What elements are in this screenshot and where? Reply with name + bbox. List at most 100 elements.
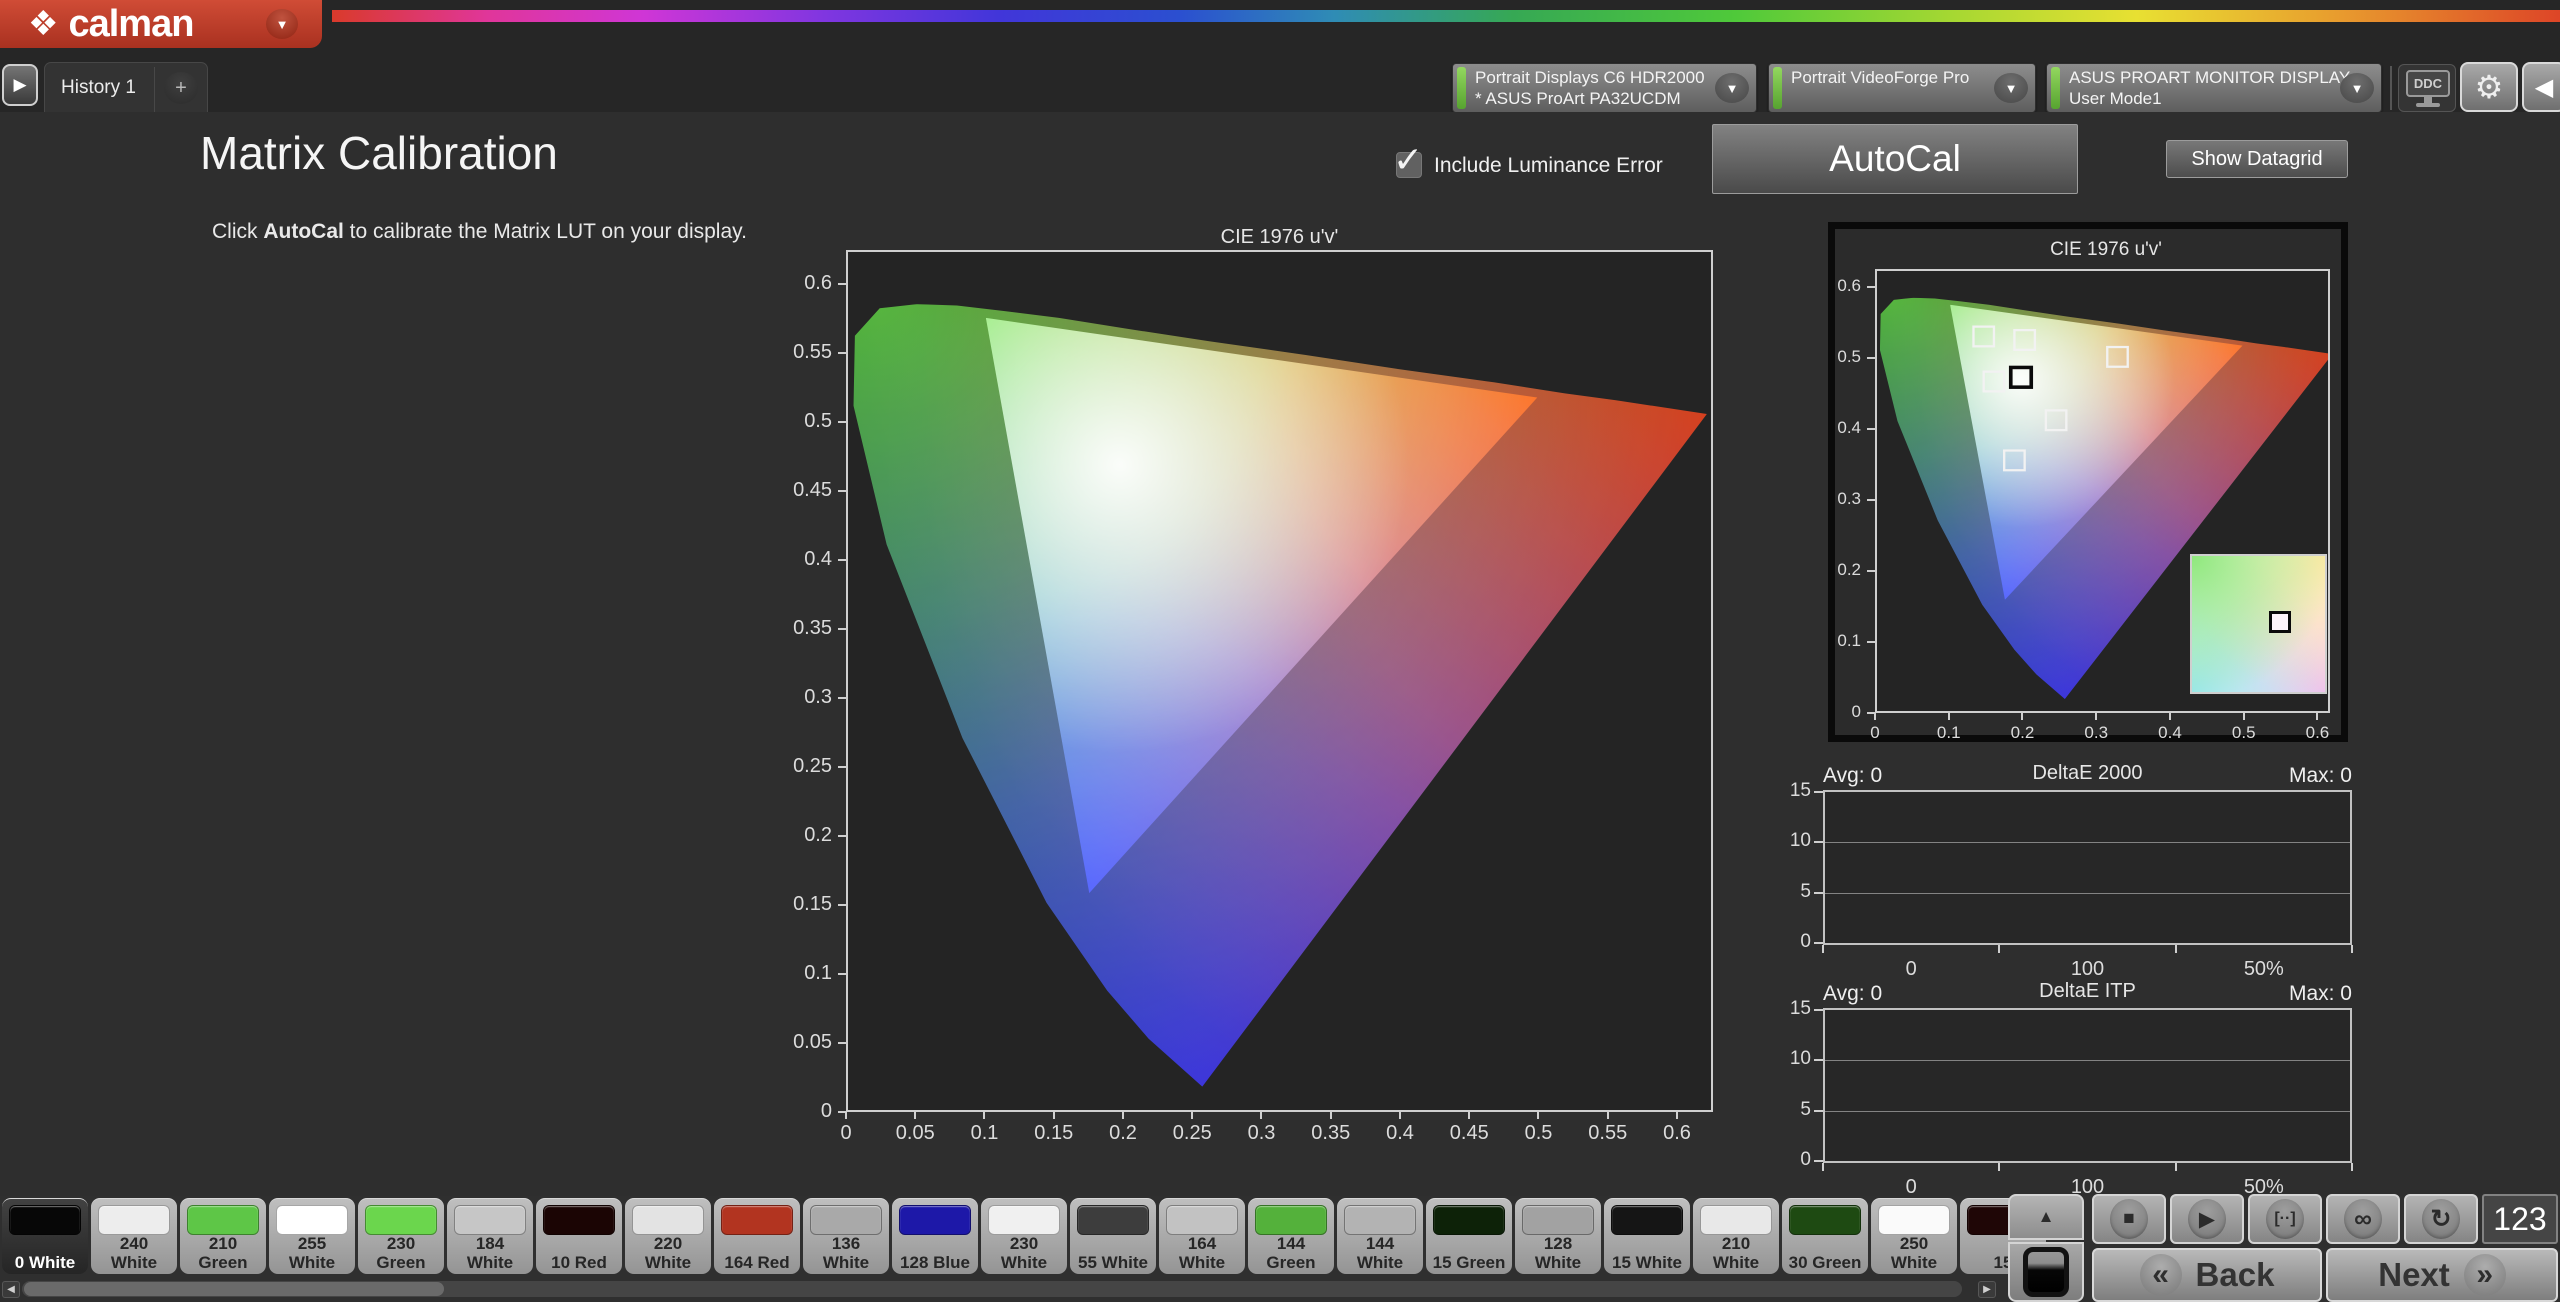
show-datagrid-button[interactable]: Show Datagrid bbox=[2166, 140, 2348, 178]
pattern-swatch-55-white[interactable]: 55 White bbox=[1070, 1198, 1156, 1274]
max-readout: Max: 0 bbox=[2289, 982, 2352, 1006]
cie-chart-small-frame: CIE 1976 u'v' 00.10.20.30.40.50.600.10.2… bbox=[1828, 222, 2348, 742]
pattern-swatch-144-white[interactable]: 144White bbox=[1337, 1198, 1423, 1274]
deltae-2000-chart: Avg: 0DeltaE 2000Max: 0051015010050% bbox=[1795, 760, 2360, 975]
swatch-label: 144White bbox=[1337, 1234, 1423, 1272]
pattern-swatch-164-white[interactable]: 164White bbox=[1159, 1198, 1245, 1274]
calman-logo-button[interactable]: ❖ calman ▼ bbox=[0, 0, 322, 48]
refresh-button[interactable]: ↻ bbox=[2404, 1194, 2478, 1244]
color-chip bbox=[1077, 1205, 1149, 1235]
collapse-panel-button[interactable]: ◀ bbox=[2522, 62, 2560, 112]
pattern-swatch-220-white[interactable]: 220White bbox=[625, 1198, 711, 1274]
scroll-right-button[interactable]: ▶ bbox=[1978, 1281, 1996, 1298]
workflow-content: Matrix Calibration Click AutoCal to cali… bbox=[0, 112, 2560, 1196]
swatch-scrollbar-thumb[interactable] bbox=[24, 1282, 444, 1296]
color-chip bbox=[1878, 1205, 1950, 1235]
color-chip bbox=[365, 1205, 437, 1235]
pattern-swatch-255-white[interactable]: 255White bbox=[269, 1198, 355, 1274]
color-chip bbox=[1522, 1205, 1594, 1235]
pattern-swatch-164-red[interactable]: 164 Red bbox=[714, 1198, 800, 1274]
play-icon: ▶ bbox=[13, 75, 26, 95]
swatch-label: 230White bbox=[981, 1234, 1067, 1272]
pattern-swatch-128-white[interactable]: 128White bbox=[1515, 1198, 1601, 1274]
pattern-swatch-15-white[interactable]: 15 White bbox=[1604, 1198, 1690, 1274]
swatch-label: 164 Red bbox=[714, 1253, 800, 1272]
chevrons-right-icon: » bbox=[2464, 1254, 2506, 1296]
color-chip bbox=[454, 1205, 526, 1235]
swatch-scrollbar[interactable] bbox=[22, 1281, 1962, 1297]
pattern-window-button[interactable] bbox=[2008, 1242, 2084, 1302]
pattern-swatch-0-white[interactable]: 0 White bbox=[2, 1198, 88, 1274]
pattern-swatch-184-white[interactable]: 184White bbox=[447, 1198, 533, 1274]
play-button[interactable]: ▶ bbox=[2170, 1194, 2244, 1244]
color-chip bbox=[1255, 1205, 1327, 1235]
calman-diamond-icon: ❖ bbox=[28, 4, 58, 44]
color-chip bbox=[9, 1205, 81, 1235]
swatch-label: 144Green bbox=[1248, 1234, 1334, 1272]
settings-gear-button[interactable]: ⚙ bbox=[2460, 62, 2518, 112]
color-chip bbox=[988, 1205, 1060, 1235]
single-measure-button[interactable]: [··] bbox=[2248, 1194, 2322, 1244]
chevron-down-icon: ▼ bbox=[2340, 73, 2374, 103]
next-label: Next bbox=[2378, 1256, 2450, 1294]
swatch-label: 55 White bbox=[1070, 1253, 1156, 1272]
next-button[interactable]: Next » bbox=[2326, 1248, 2558, 1302]
swatch-label: 10 Red bbox=[536, 1253, 622, 1272]
pattern-bottom-bar: 0 White240White210Green255White230Green1… bbox=[0, 1196, 2560, 1302]
color-chip bbox=[721, 1205, 793, 1235]
include-luminance-error-checkbox[interactable]: ✓ bbox=[1396, 152, 1422, 178]
swatch-label: 230Green bbox=[358, 1234, 444, 1272]
stop-button[interactable]: ■ bbox=[2092, 1194, 2166, 1244]
connection-status-bar bbox=[2051, 67, 2060, 109]
page-title: Matrix Calibration bbox=[200, 126, 558, 180]
swatch-label: 164White bbox=[1159, 1234, 1245, 1272]
add-tab-button[interactable]: + bbox=[164, 72, 198, 104]
pattern-swatch-30-green[interactable]: 30 Green bbox=[1782, 1198, 1868, 1274]
chevrons-left-icon: « bbox=[2140, 1254, 2182, 1296]
meter-dropdown-0[interactable]: Portrait Displays C6 HDR2000* ASUS ProAr… bbox=[1452, 63, 1757, 113]
pattern-swatch-210-green[interactable]: 210Green bbox=[180, 1198, 266, 1274]
checkmark-icon: ✓ bbox=[1393, 139, 1423, 181]
swatch-label: 136White bbox=[803, 1234, 889, 1272]
collapse-up-button[interactable]: ▲ bbox=[2008, 1194, 2084, 1240]
ddc-display-control-button[interactable]: DDC bbox=[2398, 64, 2456, 112]
single-measure-icon: [··] bbox=[2274, 1210, 2295, 1228]
pattern-window-icon bbox=[2023, 1247, 2069, 1297]
pattern-swatch-230-white[interactable]: 230White bbox=[981, 1198, 1067, 1274]
deltae-itp-chart: Avg: 0DeltaE ITPMax: 0051015010050% bbox=[1795, 978, 2360, 1193]
tab-scroll-button[interactable]: ▶ bbox=[2, 64, 38, 106]
meter-dropdown-2[interactable]: ASUS PROART MONITOR DISPLAYUser Mode1▼ bbox=[2046, 63, 2382, 113]
meter-dropdown-1[interactable]: Portrait VideoForge Pro▼ bbox=[1768, 63, 2036, 113]
swatch-label: 30 Green bbox=[1782, 1253, 1868, 1272]
color-chip bbox=[1700, 1205, 1772, 1235]
max-readout: Max: 0 bbox=[2289, 764, 2352, 788]
pattern-swatch-230-green[interactable]: 230Green bbox=[358, 1198, 444, 1274]
pattern-swatch-128-blue[interactable]: 128 Blue bbox=[892, 1198, 978, 1274]
gear-icon: ⚙ bbox=[2475, 68, 2504, 106]
rainbow-spectrum-strip bbox=[332, 10, 2560, 22]
tab-history-1[interactable]: History 1 + bbox=[44, 62, 208, 112]
stop-icon: ■ bbox=[2123, 1208, 2134, 1230]
pattern-swatch-240-white[interactable]: 240White bbox=[91, 1198, 177, 1274]
back-button[interactable]: « Back bbox=[2092, 1248, 2322, 1302]
deltae-plot bbox=[1823, 1008, 2352, 1163]
pattern-swatch-250-white[interactable]: 250White bbox=[1871, 1198, 1957, 1274]
scroll-left-button[interactable]: ◀ bbox=[2, 1281, 20, 1298]
pattern-swatch-10-red[interactable]: 10 Red bbox=[536, 1198, 622, 1274]
chart-title: DeltaE 2000 bbox=[1823, 762, 2352, 785]
back-label: Back bbox=[2196, 1256, 2275, 1294]
color-chip bbox=[1344, 1205, 1416, 1235]
pattern-swatch-210-white[interactable]: 210White bbox=[1693, 1198, 1779, 1274]
continuous-measure-button[interactable]: ∞ bbox=[2326, 1194, 2400, 1244]
swatch-label: 250White bbox=[1871, 1234, 1957, 1272]
logo-menu-arrow-icon[interactable]: ▼ bbox=[266, 9, 298, 39]
swatch-label: 220White bbox=[625, 1234, 711, 1272]
color-chip bbox=[1789, 1205, 1861, 1235]
color-chip bbox=[810, 1205, 882, 1235]
white-point-zoom-inset bbox=[2190, 554, 2327, 694]
meter-dropdown-text: ASUS PROART MONITOR DISPLAYUser Mode1 bbox=[2069, 67, 2337, 109]
pattern-swatch-144-green[interactable]: 144Green bbox=[1248, 1198, 1334, 1274]
autocal-button[interactable]: AutoCal bbox=[1712, 124, 2078, 194]
pattern-swatch-15-green[interactable]: 15 Green bbox=[1426, 1198, 1512, 1274]
pattern-swatch-136-white[interactable]: 136White bbox=[803, 1198, 889, 1274]
